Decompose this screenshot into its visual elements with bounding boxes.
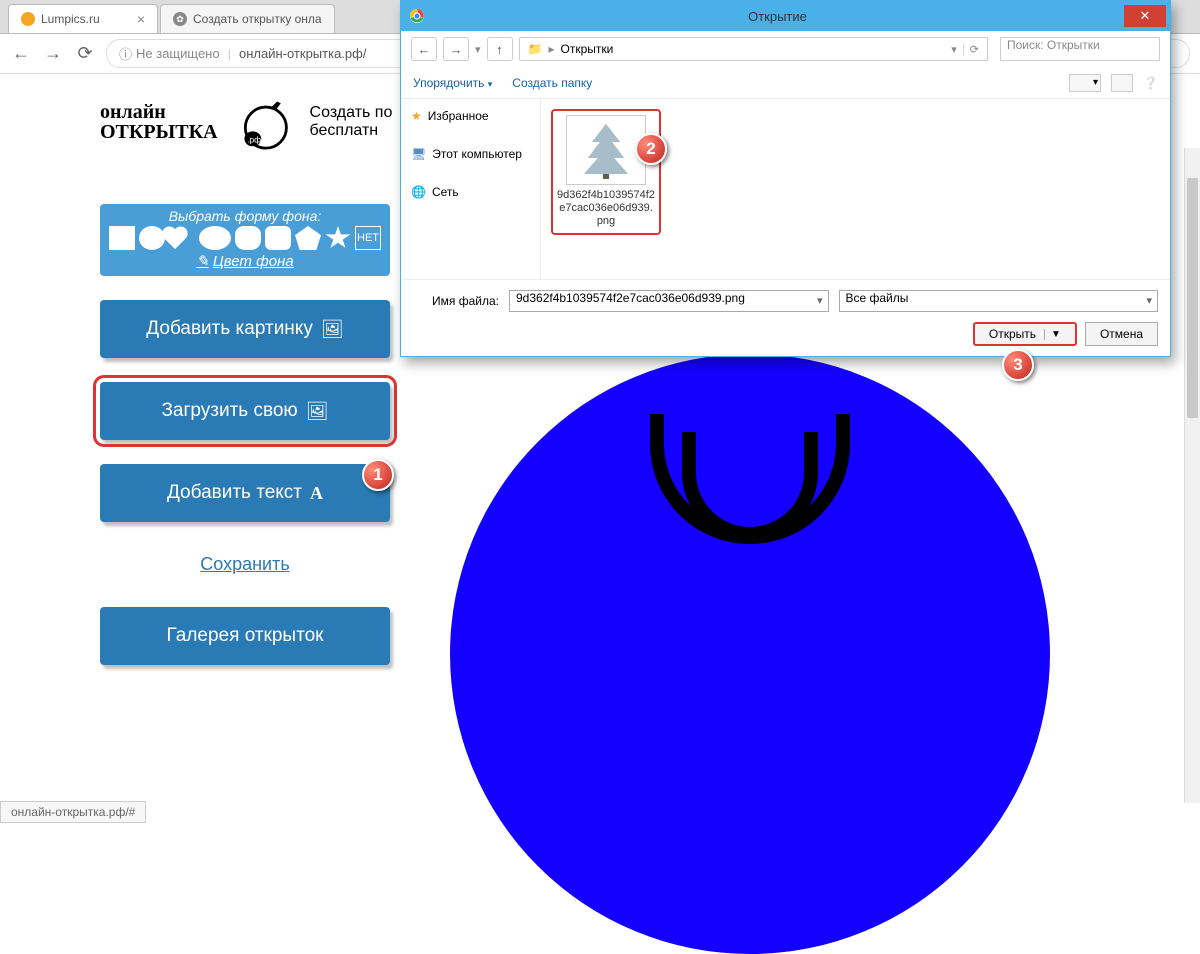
dialog-title: Открытие <box>431 9 1124 24</box>
canvas-preview <box>450 354 1050 954</box>
filename-input[interactable]: 9d362f4b1039574f2e7cac036e06d939.png <box>509 290 829 312</box>
shape-none-button[interactable]: НЕТ <box>355 226 381 250</box>
site-logo: онлайн ОТКРЫТКА <box>100 102 218 142</box>
nav-forward-button[interactable]: → <box>42 43 64 65</box>
network-icon: 🌐 <box>411 185 426 199</box>
file-thumbnail <box>566 115 646 185</box>
file-open-dialog: Открытие ✕ ← → ▾ ↑ 📁 ▸ Открытки ▾ ⟳ Поис… <box>400 0 1171 357</box>
browser-tab-otkrytka[interactable]: ✿ Создать открытку онла <box>160 4 335 33</box>
gallery-button[interactable]: Галерея открыток <box>100 607 390 665</box>
organize-dropdown[interactable]: Упорядочить ▾ <box>413 76 492 90</box>
annotation-badge-3: 3 <box>1002 349 1034 381</box>
url-text: онлайн-открытка.рф/ <box>239 46 366 61</box>
nav-back-button[interactable]: ← <box>10 43 32 65</box>
folder-icon: 📁 <box>528 42 543 56</box>
site-logo-area: онлайн ОТКРЫТКА .рф Создать по бесплатн <box>100 94 392 150</box>
shape-flower-icon[interactable] <box>235 226 261 250</box>
dialog-nav-bar: ← → ▾ ↑ 📁 ▸ Открытки ▾ ⟳ Поиск: Открытки <box>401 31 1170 67</box>
annotation-badge-2: 2 <box>635 133 667 165</box>
tab-title: Создать открытку онла <box>193 12 322 26</box>
dialog-footer: Имя файла: 9d362f4b1039574f2e7cac036e06d… <box>401 279 1170 356</box>
tree-image-icon <box>576 120 636 180</box>
file-filter-dropdown[interactable]: Все файлы <box>839 290 1159 312</box>
security-indicator: ⓘ Не защищено <box>119 44 220 63</box>
chevron-down-icon[interactable]: ▾ <box>951 43 957 56</box>
tab-close-icon[interactable]: × <box>131 11 145 27</box>
shape-star-icon[interactable] <box>325 226 351 250</box>
annotation-badge-1: 1 <box>362 459 394 491</box>
cancel-button[interactable]: Отмена <box>1085 322 1158 346</box>
sidebar-this-pc[interactable]: 🖥 Этот компьютер <box>405 143 536 165</box>
text-icon: A <box>310 483 323 504</box>
sidebar: Выбрать форму фона: НЕТ ✎ Цвет фона Доба… <box>100 204 390 665</box>
save-link[interactable]: Сохранить <box>100 554 390 575</box>
dialog-search-input[interactable]: Поиск: Открытки <box>1000 37 1160 61</box>
shape-picker-panel: Выбрать форму фона: НЕТ ✎ Цвет фона <box>100 204 390 276</box>
dialog-sidebar: ★ Избранное 🖥 Этот компьютер 🌐 Сеть <box>401 99 541 279</box>
view-mode-button[interactable]: ▾ <box>1069 74 1101 92</box>
dialog-titlebar[interactable]: Открытие ✕ <box>401 1 1170 31</box>
add-text-button[interactable]: Добавить текст A <box>100 464 390 522</box>
background-color-link[interactable]: ✎ Цвет фона <box>108 252 382 270</box>
logo-graphic-icon: .рф <box>236 94 292 150</box>
sidebar-favorites[interactable]: ★ Избранное <box>405 105 536 127</box>
dialog-toolbar: Упорядочить ▾ Создать папку ▾ ❔ <box>401 67 1170 99</box>
upload-own-button[interactable]: Загрузить свою 🖼 <box>100 382 390 440</box>
file-name-label: 9d362f4b1039574f2e7cac036e06d939.png <box>557 189 655 229</box>
favicon-icon <box>21 12 35 26</box>
dialog-close-button[interactable]: ✕ <box>1124 5 1166 27</box>
shape-row: НЕТ <box>108 226 382 250</box>
dialog-back-button[interactable]: ← <box>411 37 437 61</box>
image-icon: 🖼 <box>306 401 329 422</box>
browser-tab-lumpics[interactable]: Lumpics.ru × <box>8 4 158 33</box>
image-icon: 🖼 <box>321 319 344 340</box>
computer-icon: 🖥 <box>411 147 426 161</box>
scrollbar-thumb[interactable] <box>1187 178 1198 418</box>
shape-pentagon-icon[interactable] <box>295 226 321 250</box>
favicon-icon: ✿ <box>173 12 187 26</box>
nav-reload-button[interactable]: ⟳ <box>74 43 96 65</box>
dialog-path-input[interactable]: 📁 ▸ Открытки ▾ ⟳ <box>519 37 988 61</box>
filename-label: Имя файла: <box>413 294 499 308</box>
dialog-forward-button[interactable]: → <box>443 37 469 61</box>
chevron-down-icon: ▾ <box>488 79 493 89</box>
shape-rounded-icon[interactable] <box>265 226 291 250</box>
shape-heart-icon[interactable] <box>169 226 195 250</box>
dialog-up-button[interactable]: ↑ <box>487 37 513 61</box>
shape-picker-title: Выбрать форму фона: <box>108 208 382 224</box>
chrome-icon <box>409 8 425 24</box>
file-item-selected[interactable]: 9d362f4b1039574f2e7cac036e06d939.png <box>551 109 661 235</box>
vertical-scrollbar[interactable] <box>1184 148 1200 803</box>
help-icon[interactable]: ❔ <box>1143 76 1158 90</box>
shape-circle-icon[interactable] <box>139 226 165 250</box>
logo-description: Создать по бесплатн <box>310 104 393 140</box>
sidebar-network[interactable]: 🌐 Сеть <box>405 181 536 203</box>
shape-square-icon[interactable] <box>109 226 135 250</box>
star-icon: ★ <box>411 109 422 123</box>
dialog-file-list[interactable]: 9d362f4b1039574f2e7cac036e06d939.png <box>541 99 1170 279</box>
eyedropper-icon: ✎ <box>196 252 209 270</box>
info-icon: ⓘ <box>119 44 132 63</box>
dialog-body: ★ Избранное 🖥 Этот компьютер 🌐 Сеть <box>401 99 1170 279</box>
refresh-icon[interactable]: ⟳ <box>963 43 979 56</box>
shape-ellipse-icon[interactable] <box>199 226 231 250</box>
chevron-down-icon[interactable]: ▾ <box>475 43 481 56</box>
tab-title: Lumpics.ru <box>41 12 100 26</box>
svg-text:.рф: .рф <box>247 135 261 145</box>
add-image-button[interactable]: Добавить картинку 🖼 <box>100 300 390 358</box>
chevron-down-icon[interactable]: ▼ <box>1044 329 1061 340</box>
new-folder-button[interactable]: Создать папку <box>512 76 592 90</box>
preview-pane-button[interactable] <box>1111 74 1133 92</box>
open-button[interactable]: Открыть ▼ <box>973 322 1077 346</box>
status-bar: онлайн-открытка.рф/# <box>0 801 146 823</box>
